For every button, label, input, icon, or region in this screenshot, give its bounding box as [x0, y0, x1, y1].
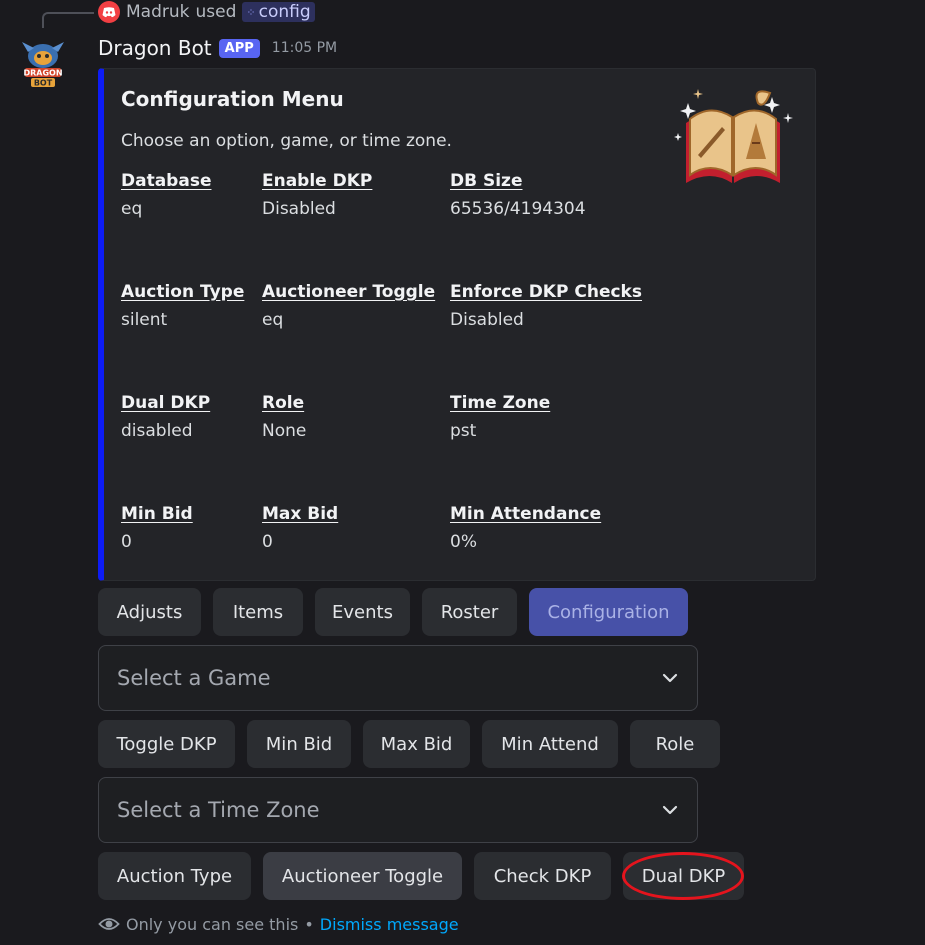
- adjusts-button[interactable]: Adjusts: [98, 588, 201, 636]
- field-name: Dual DKP: [121, 393, 211, 413]
- reply-context[interactable]: Madruk used ⁘ config: [98, 1, 315, 23]
- field-min-bid: Min Bid 0: [121, 504, 193, 552]
- game-select[interactable]: Select a Game: [98, 645, 698, 711]
- min-bid-button[interactable]: Min Bid: [247, 720, 351, 768]
- eye-icon: [98, 918, 120, 930]
- field-name: Min Attendance: [450, 504, 602, 524]
- field-name: Database: [121, 171, 212, 191]
- max-bid-button[interactable]: Max Bid: [363, 720, 470, 768]
- ephemeral-notice: Only you can see this • Dismiss message: [98, 912, 459, 936]
- bot-avatar[interactable]: DRAGON BOT: [18, 38, 68, 92]
- command-name: config: [258, 2, 311, 22]
- field-auctioneer-toggle: Auctioneer Toggle eq: [262, 282, 435, 330]
- min-attend-button[interactable]: Min Attend: [482, 720, 618, 768]
- field-value: pst: [450, 421, 477, 441]
- check-dkp-button[interactable]: Check DKP: [474, 852, 611, 900]
- config-embed: Configuration Menu Choose an option, gam…: [98, 68, 816, 581]
- chevron-down-icon: [662, 805, 678, 815]
- ephemeral-notice-text: Only you can see this: [126, 914, 299, 934]
- timezone-select-placeholder: Select a Time Zone: [117, 798, 320, 822]
- field-role: Role None: [262, 393, 306, 441]
- embed-title: Configuration Menu: [121, 87, 344, 111]
- field-min-attendance: Min Attendance 0%: [450, 504, 601, 552]
- field-value: eq: [121, 199, 143, 219]
- roster-button[interactable]: Roster: [422, 588, 517, 636]
- message-timestamp: 11:05 PM: [271, 40, 338, 56]
- field-name: Enable DKP: [262, 171, 373, 191]
- field-value: 0: [262, 532, 273, 552]
- game-select-placeholder: Select a Game: [117, 666, 271, 690]
- chevron-down-icon: [662, 673, 678, 683]
- field-name: DB Size: [450, 171, 523, 191]
- field-max-bid: Max Bid 0: [262, 504, 338, 552]
- events-button[interactable]: Events: [315, 588, 410, 636]
- field-db-size: DB Size 65536/4194304: [450, 171, 586, 219]
- field-value: 0: [121, 532, 132, 552]
- spellbook-icon[interactable]: [670, 83, 796, 187]
- toggle-dkp-button[interactable]: Toggle DKP: [98, 720, 235, 768]
- reply-username[interactable]: Madruk: [126, 2, 189, 22]
- field-value: eq: [262, 310, 284, 330]
- field-auction-type: Auction Type silent: [121, 282, 244, 330]
- configuration-button[interactable]: Configuration: [529, 588, 688, 636]
- embed-description: Choose an option, game, or time zone.: [121, 131, 452, 151]
- field-value: disabled: [121, 421, 193, 441]
- auction-type-button[interactable]: Auction Type: [98, 852, 251, 900]
- field-dual-dkp: Dual DKP disabled: [121, 393, 210, 441]
- field-name: Time Zone: [450, 393, 551, 413]
- field-value: Disabled: [262, 199, 336, 219]
- field-name: Auction Type: [121, 282, 245, 302]
- role-button[interactable]: Role: [630, 720, 720, 768]
- bot-name[interactable]: Dragon Bot: [98, 36, 212, 60]
- field-name: Max Bid: [262, 504, 339, 524]
- field-enable-dkp: Enable DKP Disabled: [262, 171, 372, 219]
- reply-connector: [42, 12, 94, 28]
- command-mention[interactable]: ⁘ config: [242, 2, 315, 22]
- field-value: 0%: [450, 532, 477, 552]
- field-value: None: [262, 421, 307, 441]
- dismiss-message-link[interactable]: Dismiss message: [320, 915, 459, 934]
- discord-icon: [98, 1, 120, 23]
- app-badge: APP: [218, 38, 260, 58]
- svg-text:DRAGON: DRAGON: [23, 69, 62, 78]
- field-database: Database eq: [121, 171, 211, 219]
- field-enforce-dkp-checks: Enforce DKP Checks Disabled: [450, 282, 642, 330]
- field-value: Disabled: [450, 310, 524, 330]
- field-name: Min Bid: [121, 504, 193, 524]
- field-name: Enforce DKP Checks: [450, 282, 642, 302]
- reply-used-text: used: [195, 2, 237, 22]
- field-name: Auctioneer Toggle: [262, 282, 436, 302]
- items-button[interactable]: Items: [213, 588, 303, 636]
- dual-dkp-button[interactable]: Dual DKP: [623, 852, 744, 900]
- field-value: 65536/4194304: [450, 199, 586, 219]
- field-value: silent: [121, 310, 168, 330]
- field-time-zone: Time Zone pst: [450, 393, 550, 441]
- auctioneer-toggle-button[interactable]: Auctioneer Toggle: [263, 852, 462, 900]
- message-header: Dragon Bot APP 11:05 PM: [98, 34, 337, 62]
- timezone-select[interactable]: Select a Time Zone: [98, 777, 698, 843]
- field-name: Role: [262, 393, 305, 413]
- slash-command-icon: ⁘: [246, 5, 256, 19]
- footer-separator: •: [304, 914, 314, 934]
- svg-text:BOT: BOT: [34, 79, 53, 88]
